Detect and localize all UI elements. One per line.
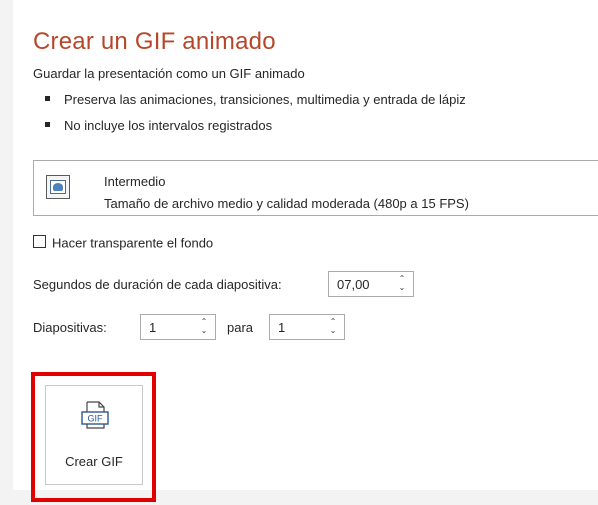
duration-label: Segundos de duración de cada diapositiva…: [33, 277, 282, 292]
slides-from-spinner[interactable]: 1 ⌃ ⌄: [140, 314, 216, 340]
left-gutter: [0, 0, 13, 505]
create-gif-button[interactable]: GIF Crear GIF: [45, 385, 143, 485]
bullet-item: Preserva las animaciones, transiciones, …: [45, 92, 466, 107]
presentation-icon: [46, 175, 70, 199]
slides-to-label: para: [227, 320, 254, 335]
svg-text:GIF: GIF: [88, 414, 104, 424]
gif-file-icon: GIF: [81, 401, 109, 429]
create-gif-label: Crear GIF: [65, 454, 123, 469]
spinner-arrows-icon[interactable]: ⌃ ⌄: [328, 317, 338, 337]
transparent-background-option[interactable]: Hacer transparente el fondo: [33, 234, 213, 250]
bullet-text: No incluye los intervalos registrados: [64, 118, 273, 133]
quality-dropdown[interactable]: Intermedio Tamaño de archivo medio y cal…: [33, 160, 598, 216]
page-subtitle: Guardar la presentación como un GIF anim…: [33, 66, 305, 81]
page-title: Crear un GIF animado: [33, 28, 276, 55]
quality-description: Tamaño de archivo medio y calidad modera…: [104, 196, 469, 211]
slides-label: Diapositivas:: [33, 320, 107, 335]
quality-name: Intermedio: [104, 174, 166, 189]
bottom-gutter: [0, 490, 598, 505]
bullet-square-icon: [45, 96, 50, 102]
bullet-item: No incluye los intervalos registrados: [45, 118, 272, 133]
spinner-arrows-icon[interactable]: ⌃ ⌄: [199, 317, 209, 337]
bullet-text: Preserva las animaciones, transiciones, …: [64, 92, 466, 107]
slides-from-value[interactable]: 1: [149, 320, 156, 335]
transparent-background-label: Hacer transparente el fondo: [52, 235, 214, 251]
bullet-square-icon: [45, 122, 50, 128]
duration-spinner[interactable]: 07,00 ⌃ ⌄: [328, 271, 414, 297]
slides-to-spinner[interactable]: 1 ⌃ ⌄: [269, 314, 345, 340]
transparent-background-checkbox[interactable]: [33, 235, 46, 249]
slides-to-value[interactable]: 1: [278, 320, 285, 335]
duration-value[interactable]: 07,00: [337, 277, 370, 292]
spinner-arrows-icon[interactable]: ⌃ ⌄: [397, 274, 407, 294]
